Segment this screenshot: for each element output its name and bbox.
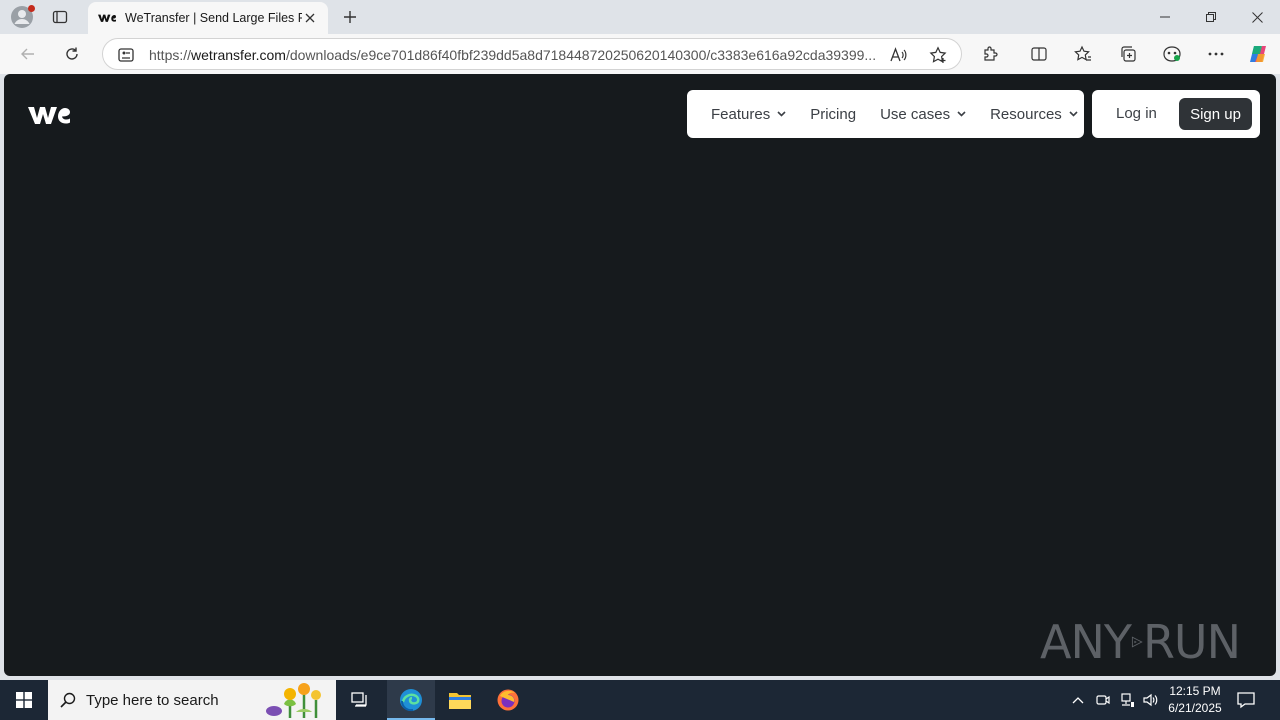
file-explorer-icon[interactable] [436, 680, 484, 720]
taskbar-search-box[interactable]: Type here to search [48, 680, 336, 720]
nav-resources[interactable]: Resources [990, 106, 1078, 123]
network-icon[interactable] [1117, 690, 1137, 710]
url-scheme: https:// [149, 47, 192, 63]
nav-pricing-label: Pricing [810, 105, 857, 123]
browser-tab-strip: WeTransfer | Send Large Files Fast [0, 0, 1280, 34]
volume-icon[interactable] [1141, 690, 1161, 710]
collections-icon[interactable] [1114, 40, 1142, 68]
read-aloud-icon[interactable] [887, 44, 909, 66]
chevron-down-icon [957, 111, 966, 117]
url-path: /downloads/e9ce701d86f40fbf239dd5a8d7184… [285, 47, 877, 63]
anyrun-watermark: ANY RUN [1040, 610, 1241, 674]
site-info-icon[interactable] [117, 46, 135, 64]
windows-taskbar: Type here to search 12:15 PM 6/21/2025 [0, 680, 1280, 720]
tab-wetransfer[interactable]: WeTransfer | Send Large Files Fast [88, 2, 328, 34]
url-host: wetransfer.com [191, 47, 286, 63]
browser-toolbar: https://wetransfer.com/downloads/e9ce701… [0, 34, 1280, 74]
meet-now-icon[interactable] [1093, 690, 1113, 710]
browser-essentials-icon[interactable] [1158, 40, 1186, 68]
watermark-right-text: RUN [1142, 615, 1241, 669]
search-icon [60, 692, 76, 708]
nav-use-cases-label: Use cases [880, 105, 951, 123]
refresh-icon[interactable] [58, 40, 86, 68]
nav-features-label: Features [711, 105, 771, 123]
edge-browser-icon[interactable] [387, 680, 435, 720]
clock-time: 12:15 PM [1169, 684, 1221, 698]
notifications-icon[interactable] [1236, 690, 1258, 710]
extensions-icon[interactable] [977, 40, 1005, 68]
tab-actions-icon[interactable] [48, 5, 72, 29]
search-highlight-flowers-icon [266, 683, 321, 718]
watermark-left-text: ANY [1040, 615, 1132, 669]
back-icon[interactable] [14, 40, 42, 68]
favorites-icon[interactable] [1069, 40, 1097, 68]
chevron-down-icon [777, 111, 786, 117]
restore-icon[interactable] [1188, 0, 1234, 34]
close-window-icon[interactable] [1234, 0, 1280, 34]
settings-more-icon[interactable] [1202, 40, 1230, 68]
copilot-icon[interactable] [1244, 40, 1272, 68]
page-viewport: Features Pricing Use cases Resources Log… [4, 74, 1276, 676]
minimize-icon[interactable] [1142, 0, 1188, 34]
wetransfer-favicon-icon [98, 11, 116, 25]
nav-pricing[interactable]: Pricing [810, 106, 856, 123]
wetransfer-logo-icon[interactable] [28, 104, 70, 126]
login-link[interactable]: Log in [1116, 105, 1157, 122]
clock-date: 6/21/2025 [1168, 701, 1222, 715]
url-text[interactable]: https://wetransfer.com/downloads/e9ce701… [149, 47, 879, 63]
favorite-star-icon[interactable] [927, 44, 949, 66]
chevron-down-icon [1069, 111, 1078, 117]
search-placeholder: Type here to search [86, 691, 219, 709]
tab-title: WeTransfer | Send Large Files Fast [125, 11, 302, 25]
firefox-icon[interactable] [484, 680, 532, 720]
auth-navigation: Log in Sign up [1092, 90, 1260, 138]
signup-button[interactable]: Sign up [1179, 98, 1252, 130]
nav-resources-label: Resources [990, 105, 1062, 123]
nav-use-cases[interactable]: Use cases [880, 106, 966, 123]
new-tab-icon[interactable] [338, 5, 362, 29]
start-windows-icon[interactable] [0, 680, 48, 720]
system-clock[interactable]: 12:15 PM 6/21/2025 [1160, 683, 1230, 717]
main-navigation: Features Pricing Use cases Resources [687, 90, 1084, 138]
nav-features[interactable]: Features [711, 106, 786, 123]
profile-notification-dot [28, 5, 35, 12]
tab-close-icon[interactable] [302, 10, 318, 26]
split-screen-icon[interactable] [1025, 40, 1053, 68]
show-hidden-icons-chevron-icon[interactable] [1068, 690, 1088, 710]
address-bar[interactable]: https://wetransfer.com/downloads/e9ce701… [102, 38, 962, 70]
task-view-icon[interactable] [336, 680, 384, 720]
play-triangle-icon [1131, 636, 1143, 648]
